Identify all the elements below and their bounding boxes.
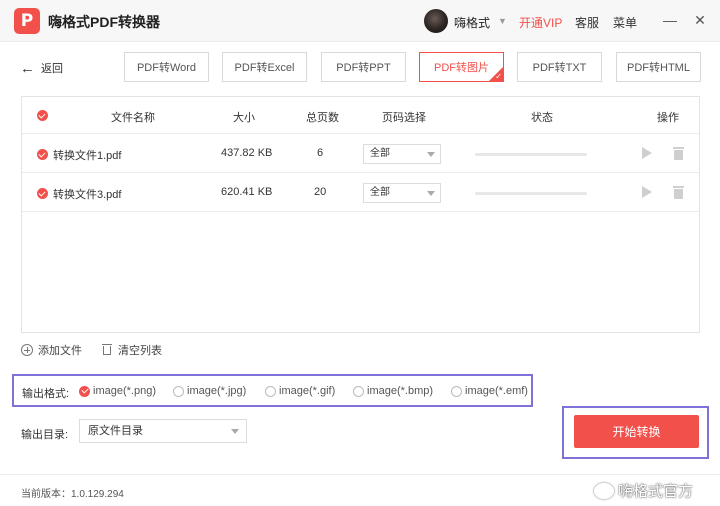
tab-pdf-to-html[interactable]: PDF转HTML [616, 52, 701, 82]
tab-pdf-to-ppt[interactable]: PDF转PPT [321, 52, 406, 82]
chevron-down-icon [231, 429, 239, 434]
file-table: 文件名称 大小 总页数 页码选择 状态 操作 转换文件1.pdf 437.82 … [21, 96, 700, 333]
format-label: image(*.bmp) [367, 385, 434, 397]
radio-icon [353, 385, 364, 397]
page-select-dropdown[interactable]: 全部 [363, 144, 441, 164]
app-title: 嗨格式PDF转换器 [48, 14, 160, 30]
output-format-group: 输出格式: image(*.png) image(*.jpg) image(*.… [12, 374, 533, 407]
play-icon[interactable] [642, 186, 652, 198]
file-size: 620.41 KB [221, 186, 273, 198]
vip-link[interactable]: 开通VIP [519, 14, 562, 31]
format-option-bmp[interactable]: image(*.bmp) [353, 385, 433, 397]
add-file-button[interactable]: 添加文件 [21, 342, 82, 358]
page-select-value: 全部 [370, 148, 390, 159]
header-status: 状态 [531, 112, 553, 124]
file-name: 转换文件1.pdf [53, 150, 122, 162]
username[interactable]: 嗨格式 [454, 14, 490, 31]
title-bar: P 嗨格式PDF转换器 嗨格式 ▼ 开通VIP 客服 菜单 — ✕ [0, 0, 720, 42]
start-button-highlight: 开始转换 [562, 406, 709, 459]
chevron-down-icon [427, 191, 435, 196]
output-dir-value: 原文件目录 [88, 425, 143, 437]
progress-bar [475, 192, 587, 195]
tab-pdf-to-word[interactable]: PDF转Word [124, 52, 209, 82]
format-label: image(*.jpg) [187, 385, 247, 397]
format-option-jpg[interactable]: image(*.jpg) [173, 385, 246, 397]
chevron-down-icon[interactable]: ▼ [498, 16, 507, 26]
add-circle-icon [21, 344, 33, 356]
back-button[interactable]: ← 返回 [20, 58, 63, 78]
tab-pdf-to-image[interactable]: PDF转图片 ✓ [419, 52, 504, 82]
header-size: 大小 [233, 112, 255, 124]
trash-icon [102, 344, 112, 356]
table-header: 文件名称 大小 总页数 页码选择 状态 操作 [22, 97, 699, 134]
progress-bar [475, 153, 587, 156]
app-logo-icon: P [14, 8, 40, 34]
service-link[interactable]: 客服 [575, 14, 599, 31]
page-count: 20 [314, 186, 327, 198]
select-all-checkbox[interactable] [37, 110, 48, 121]
format-option-emf[interactable]: image(*.emf) [451, 385, 528, 397]
close-icon[interactable]: ✕ [690, 10, 710, 30]
status-bar: 当前版本：1.0.129.294 嗨格式官方 [0, 474, 720, 506]
page-select-value: 全部 [370, 187, 390, 198]
format-label: image(*.emf) [465, 385, 528, 397]
radio-icon [451, 385, 462, 397]
radio-icon [265, 385, 276, 397]
row-checkbox[interactable] [37, 149, 48, 160]
chevron-down-icon [427, 152, 435, 157]
tab-label: PDF转图片 [434, 62, 489, 74]
back-label: 返回 [41, 63, 63, 75]
radio-icon [173, 385, 184, 397]
watermark: 嗨格式官方 [594, 480, 693, 501]
page-count: 6 [317, 147, 324, 159]
weibo-icon [594, 482, 614, 499]
output-dir-label: 输出目录: [21, 429, 69, 441]
tab-pdf-to-txt[interactable]: PDF转TXT [517, 52, 602, 82]
clear-list-label: 清空列表 [118, 345, 162, 357]
table-row: 转换文件1.pdf 437.82 KB 6 全部 [22, 135, 699, 173]
add-file-label: 添加文件 [38, 345, 82, 357]
page-select-dropdown[interactable]: 全部 [363, 183, 441, 203]
watermark-text: 嗨格式官方 [618, 483, 694, 500]
file-name: 转换文件3.pdf [53, 189, 122, 201]
file-size: 437.82 KB [221, 147, 273, 159]
format-label: image(*.png) [93, 385, 156, 397]
output-dir-dropdown[interactable]: 原文件目录 [79, 419, 247, 443]
clear-list-button[interactable]: 清空列表 [102, 342, 162, 358]
avatar[interactable] [424, 9, 448, 33]
tab-pdf-to-excel[interactable]: PDF转Excel [222, 52, 307, 82]
trash-icon[interactable] [673, 186, 684, 199]
radio-checked-icon [79, 385, 90, 397]
play-icon[interactable] [642, 147, 652, 159]
header-file-name: 文件名称 [111, 112, 155, 124]
format-option-png[interactable]: image(*.png) [79, 385, 156, 397]
header-pages: 总页数 [306, 112, 339, 124]
format-option-gif[interactable]: image(*.gif) [265, 385, 335, 397]
arrow-left-icon: ← [20, 59, 35, 77]
row-checkbox[interactable] [37, 188, 48, 199]
trash-icon[interactable] [673, 147, 684, 160]
check-icon: ✓ [495, 72, 502, 81]
header-page-select: 页码选择 [382, 112, 426, 124]
minimize-icon[interactable]: — [660, 10, 680, 30]
table-row: 转换文件3.pdf 620.41 KB 20 全部 [22, 174, 699, 212]
menu-link[interactable]: 菜单 [613, 14, 637, 31]
start-conversion-button[interactable]: 开始转换 [574, 415, 699, 448]
version-text: 当前版本：1.0.129.294 [21, 489, 124, 500]
output-format-label: 输出格式: [22, 388, 70, 400]
format-label: image(*.gif) [279, 385, 336, 397]
header-actions: 操作 [657, 112, 679, 124]
